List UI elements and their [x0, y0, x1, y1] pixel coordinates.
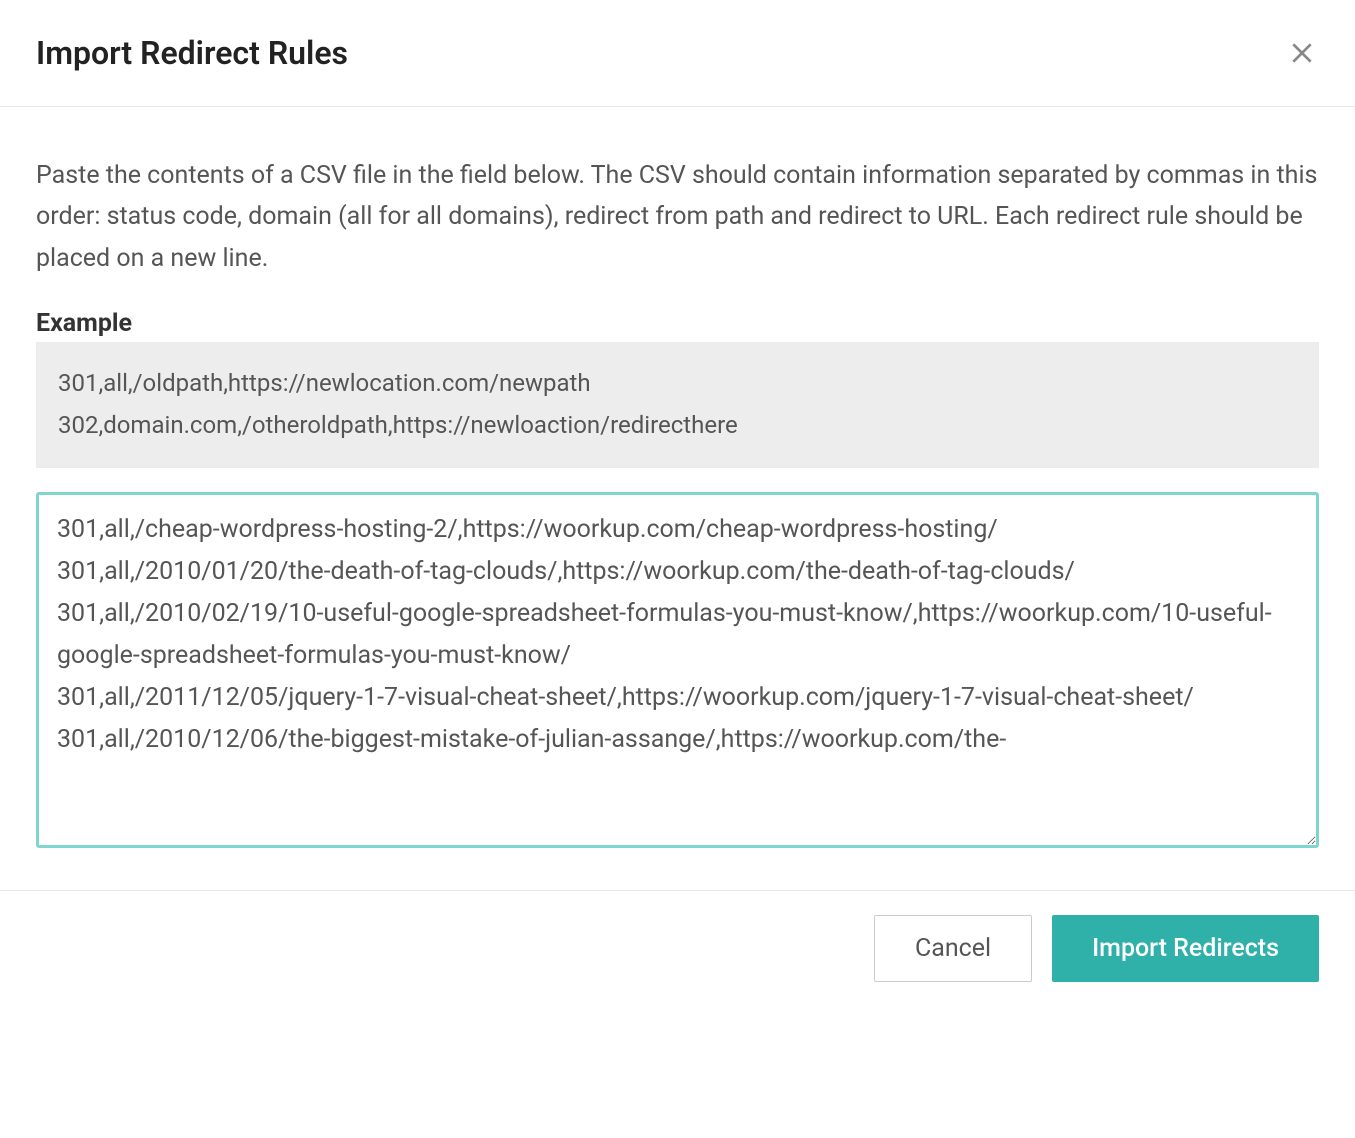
example-box: 301,all,/oldpath,https://newlocation.com…	[36, 342, 1319, 468]
cancel-button[interactable]: Cancel	[874, 915, 1032, 982]
csv-input[interactable]	[36, 492, 1319, 848]
import-redirect-modal: Import Redirect Rules Paste the contents…	[0, 0, 1355, 1010]
instructions-text: Paste the contents of a CSV file in the …	[36, 155, 1319, 279]
import-redirects-button[interactable]: Import Redirects	[1052, 915, 1319, 982]
example-line: 301,all,/oldpath,https://newlocation.com…	[58, 362, 1297, 404]
modal-header: Import Redirect Rules	[0, 0, 1355, 107]
modal-title: Import Redirect Rules	[36, 34, 348, 72]
close-button[interactable]	[1285, 36, 1319, 70]
example-line: 302,domain.com,/otheroldpath,https://new…	[58, 404, 1297, 446]
modal-body: Paste the contents of a CSV file in the …	[0, 107, 1355, 890]
example-heading: Example	[36, 309, 1319, 338]
modal-footer: Cancel Import Redirects	[0, 890, 1355, 1010]
close-icon	[1289, 40, 1315, 66]
